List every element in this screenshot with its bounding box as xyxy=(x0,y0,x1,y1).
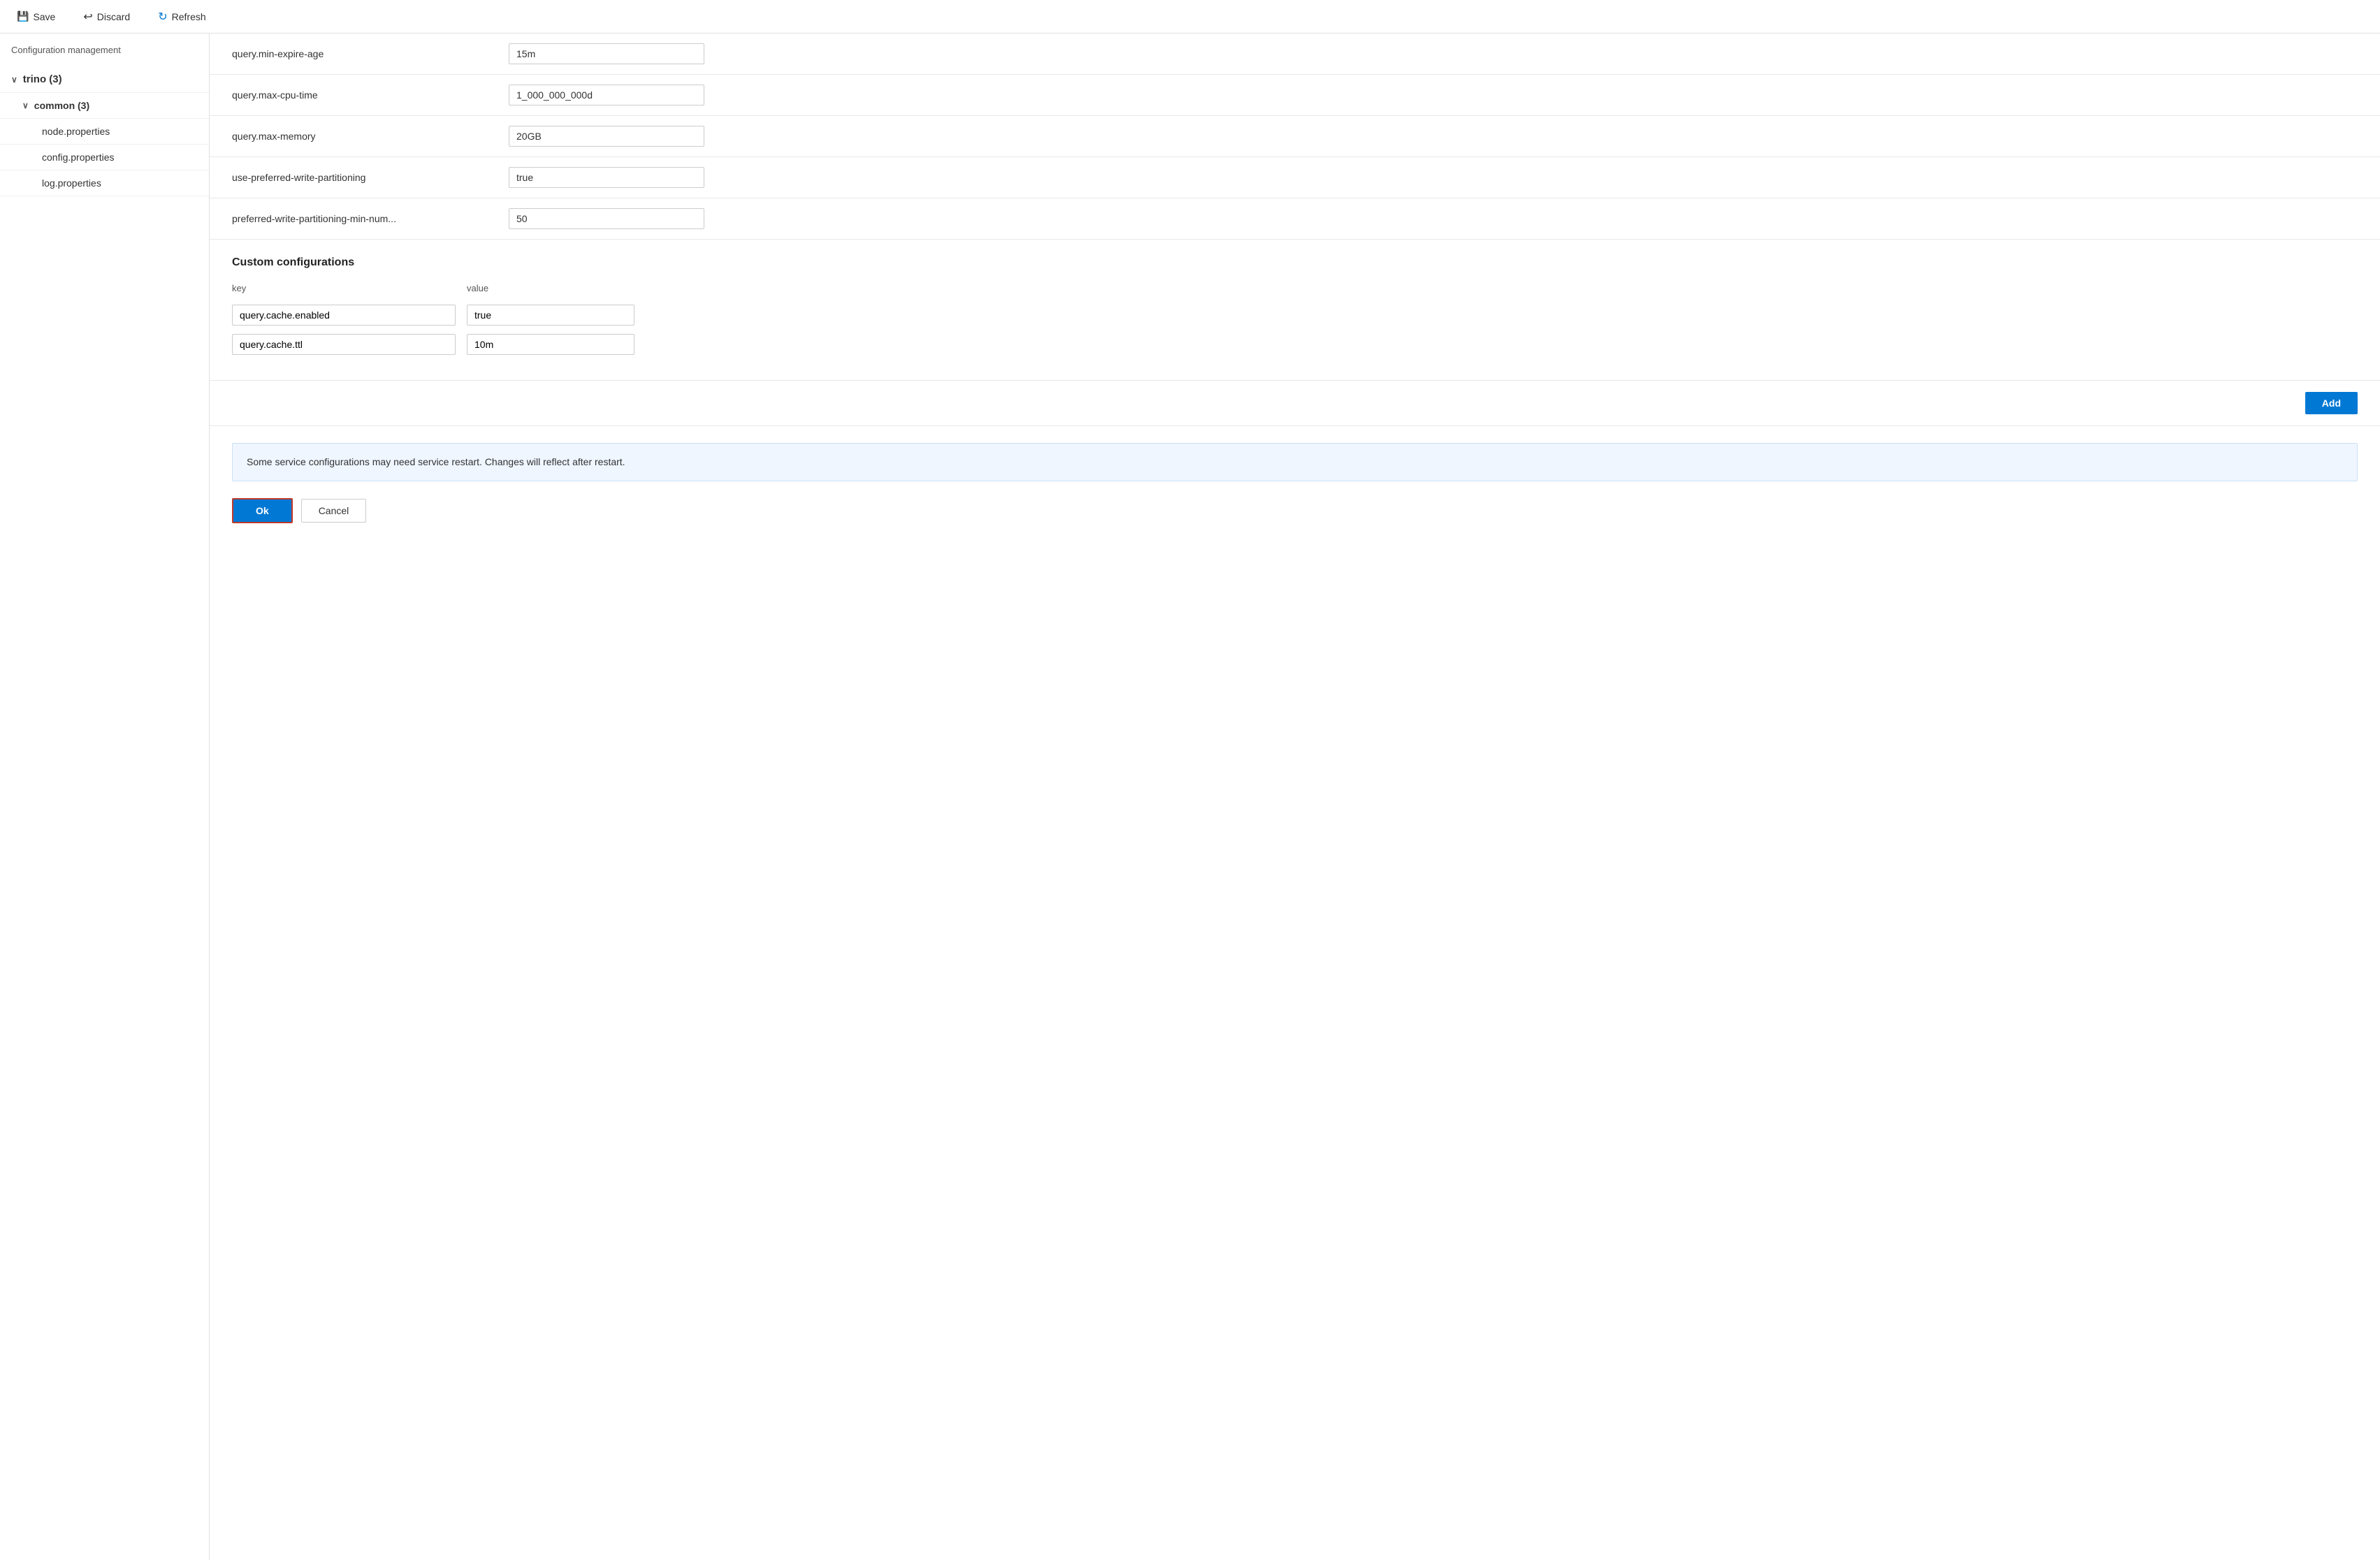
config-label-min-expire: query.min-expire-age xyxy=(232,48,498,59)
action-buttons: Ok Cancel xyxy=(210,498,2380,540)
save-icon xyxy=(17,10,29,22)
delete-button-row2[interactable] xyxy=(646,342,651,347)
custom-key-input-row1[interactable] xyxy=(232,305,456,326)
custom-rows-container xyxy=(232,305,2358,355)
sidebar-item-label-log-properties: log.properties xyxy=(42,177,101,189)
config-input-preferred-min[interactable] xyxy=(509,208,704,229)
config-rows: query.min-expire-age query.max-cpu-time qu… xyxy=(210,34,2380,240)
config-label-preferred-min: preferred-write-partitioning-min-num... xyxy=(232,213,498,224)
config-label-max-cpu: query.max-cpu-time xyxy=(232,89,498,101)
config-row-min-expire: query.min-expire-age xyxy=(210,34,2380,75)
sidebar-item-node-properties[interactable]: node.properties xyxy=(0,119,209,145)
config-input-max-cpu[interactable] xyxy=(509,85,704,105)
cancel-button[interactable]: Cancel xyxy=(301,499,367,523)
add-button[interactable]: Add xyxy=(2305,392,2358,414)
sidebar-item-label-common: common (3) xyxy=(34,100,89,111)
save-label: Save xyxy=(33,11,55,22)
sidebar-item-trino[interactable]: ∨ trino (3) xyxy=(0,66,209,93)
chevron-icon-trino: ∨ xyxy=(11,75,17,85)
sidebar-item-label-trino: trino (3) xyxy=(23,73,62,85)
main-layout: Configuration management ∨ trino (3) ∨ comm… xyxy=(0,34,2380,1560)
sidebar-item-label-node-properties: node.properties xyxy=(42,126,110,137)
save-button[interactable]: Save xyxy=(11,8,61,25)
discard-icon xyxy=(83,10,92,24)
info-banner: Some service configurations may need ser… xyxy=(232,443,2358,481)
custom-table-header: key value xyxy=(232,283,2358,299)
refresh-button[interactable]: Refresh xyxy=(152,7,211,27)
config-input-use-preferred[interactable] xyxy=(509,167,704,188)
ok-button[interactable]: Ok xyxy=(232,498,293,523)
sidebar-title: Configuration management xyxy=(0,45,209,66)
custom-config-title: Custom configurations xyxy=(232,256,2358,269)
delete-button-row1[interactable] xyxy=(646,312,651,318)
custom-row-row1 xyxy=(232,305,2358,326)
discard-button[interactable]: Discard xyxy=(78,7,136,27)
sidebar-item-label-config-properties: config.properties xyxy=(42,152,115,163)
discard-label: Discard xyxy=(97,11,130,22)
sidebar-item-config-properties[interactable]: config.properties xyxy=(0,145,209,170)
toolbar: Save Discard Refresh xyxy=(0,0,2380,34)
config-input-max-memory[interactable] xyxy=(509,126,704,147)
refresh-label: Refresh xyxy=(172,11,206,22)
chevron-icon-common: ∨ xyxy=(22,101,29,110)
custom-value-input-row2[interactable] xyxy=(467,334,634,355)
sidebar-item-log-properties[interactable]: log.properties xyxy=(0,170,209,196)
custom-key-input-row2[interactable] xyxy=(232,334,456,355)
value-column-header: value xyxy=(467,283,634,293)
config-row-max-memory: query.max-memory xyxy=(210,116,2380,157)
sidebar: Configuration management ∨ trino (3) ∨ comm… xyxy=(0,34,210,1560)
config-row-use-preferred: use-preferred-write-partitioning xyxy=(210,157,2380,198)
refresh-icon xyxy=(158,10,167,24)
custom-config-section: Custom configurations key value xyxy=(210,240,2380,381)
config-row-preferred-min: preferred-write-partitioning-min-num... xyxy=(210,198,2380,240)
config-label-use-preferred: use-preferred-write-partitioning xyxy=(232,172,498,183)
config-row-max-cpu: query.max-cpu-time xyxy=(210,75,2380,116)
sidebar-item-common[interactable]: ∨ common (3) xyxy=(0,93,209,119)
custom-value-input-row1[interactable] xyxy=(467,305,634,326)
custom-row-row2 xyxy=(232,334,2358,355)
config-input-min-expire[interactable] xyxy=(509,43,704,64)
key-column-header: key xyxy=(232,283,456,293)
config-label-max-memory: query.max-memory xyxy=(232,131,498,142)
add-btn-row: Add xyxy=(210,381,2380,426)
content-area: query.min-expire-age query.max-cpu-time qu… xyxy=(210,34,2380,1560)
